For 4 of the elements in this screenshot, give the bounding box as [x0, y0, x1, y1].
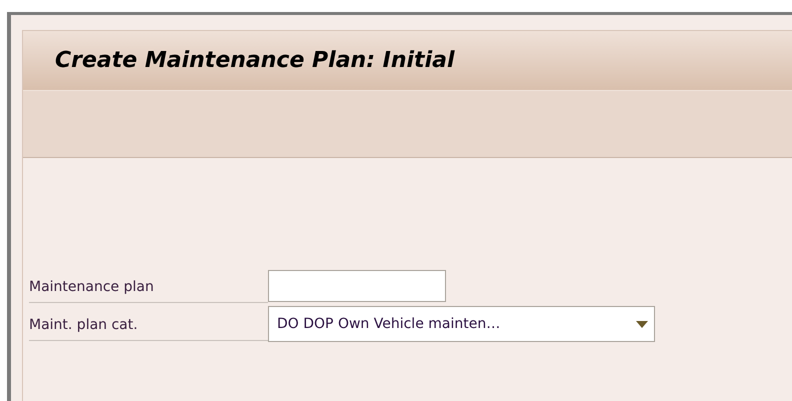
- caret-icon: [636, 320, 648, 328]
- input-field[interactable]: [268, 270, 446, 302]
- page-title: Create Maintenance Plan: Initial: [55, 48, 454, 73]
- dropdown-field[interactable]: DO DOP Own Vehicle mainten…: [268, 306, 655, 342]
